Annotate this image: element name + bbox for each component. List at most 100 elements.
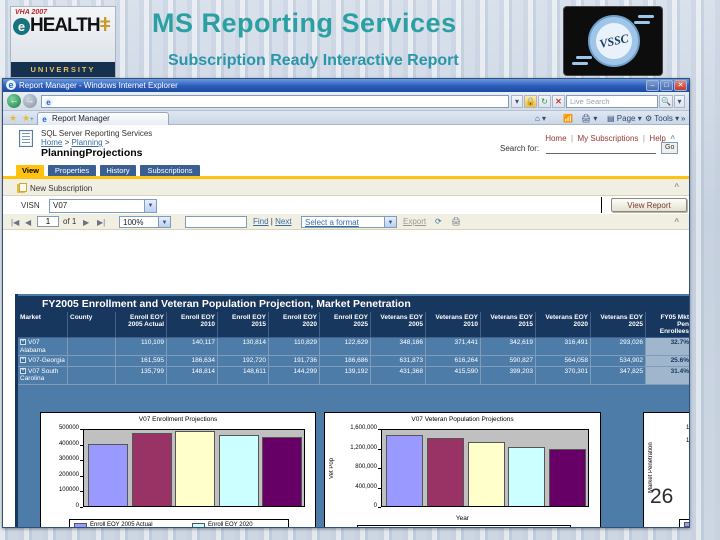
maximize-button[interactable]: □ <box>660 80 673 91</box>
browser-tab[interactable]: e Report Manager <box>37 112 169 125</box>
plot-area <box>381 429 589 507</box>
dropdown-arrow-icon[interactable]: ▼ <box>144 200 156 212</box>
tab-history[interactable]: History <box>99 164 137 176</box>
window-titlebar[interactable]: e Report Manager - Windows Internet Expl… <box>3 79 689 92</box>
y-tick-mark <box>80 491 83 493</box>
refresh-icon[interactable]: ↻ <box>538 95 551 108</box>
feeds-icon[interactable]: 📶 <box>563 113 573 124</box>
last-page-icon[interactable]: ▶| <box>97 218 105 227</box>
viewer-toolbar: |◀ ◀ 1 of 1 ▶ ▶| 100% ▼ Find | Next Selec… <box>3 214 689 230</box>
tab-view[interactable]: View <box>15 164 45 176</box>
market-cell[interactable]: + V07 Alabama <box>18 338 68 357</box>
bar <box>549 449 586 506</box>
stop-icon[interactable]: ✕ <box>552 95 565 108</box>
collapse-actions-icon[interactable]: ^ <box>674 182 679 191</box>
export-link[interactable]: Export <box>403 217 426 226</box>
print-report-icon[interactable]: 🖨 <box>451 217 461 226</box>
browser-window: e Report Manager - Windows Internet Expl… <box>2 78 690 528</box>
dropdown-arrow-icon[interactable]: ▼ <box>158 217 170 227</box>
favorites-star-icon[interactable]: ★ <box>9 113 17 124</box>
find-link[interactable]: Find <box>253 217 269 226</box>
search-dropdown-icon[interactable]: ▾ <box>674 95 685 108</box>
value-cell: 371,441 <box>426 338 481 357</box>
value-cell: 616,264 <box>426 356 481 367</box>
breadcrumb-home-link[interactable]: Home <box>41 138 62 147</box>
search-for-input[interactable] <box>546 144 656 154</box>
value-cell: 564,058 <box>536 356 591 367</box>
y-tick-mark <box>378 429 381 430</box>
expand-icon[interactable]: + <box>20 357 26 364</box>
address-dropdown-icon[interactable]: ▾ <box>511 95 523 108</box>
market-cell[interactable]: + V07-Georgia <box>18 356 68 367</box>
chevron-more-icon[interactable]: » <box>681 113 685 124</box>
forward-button[interactable]: → <box>23 94 37 108</box>
dropdown-arrow-icon[interactable]: ▼ <box>384 217 396 227</box>
report-table-header: Market County Enroll EOY 2005 Actual Enroll… <box>18 312 689 339</box>
vssc-text: VSSC <box>592 19 636 63</box>
my-subscriptions-link[interactable]: My Subscriptions <box>578 134 639 143</box>
print-icon[interactable]: 🖨 ▾ <box>581 113 597 124</box>
y-tick-label: 800,000 <box>355 464 377 470</box>
current-page-input[interactable]: 1 <box>37 216 59 227</box>
value-cell: 631,873 <box>371 356 426 367</box>
vssc-logo: VSSC <box>563 6 663 76</box>
address-bar[interactable]: e <box>41 95 509 108</box>
next-page-icon[interactable]: ▶ <box>83 218 89 227</box>
column-header: Veterans EOY 2015 <box>481 312 536 339</box>
column-header: Enroll EOY 2020 <box>269 312 320 339</box>
next-link[interactable]: Next <box>275 217 291 226</box>
export-format-dropdown[interactable]: Select a format ▼ <box>301 216 397 228</box>
university-label: UNIVERSITY <box>11 62 115 77</box>
prev-page-icon[interactable]: ◀ <box>25 218 31 227</box>
y-tick-mark <box>80 460 83 462</box>
home-link[interactable]: Home <box>545 134 566 143</box>
favicon-ie: e <box>44 98 53 107</box>
y-tick-mark <box>378 448 381 450</box>
add-favorite-icon[interactable]: ★+ <box>22 113 34 124</box>
collapse-toolbar-icon[interactable]: ^ <box>674 217 679 226</box>
legend-swatch <box>74 522 87 527</box>
value-cell: 148,814 <box>167 366 218 385</box>
column-header: Veterans EOY 2025 <box>591 312 646 339</box>
minimize-button[interactable]: – <box>646 80 659 91</box>
new-subscription-icon <box>19 183 27 192</box>
find-input[interactable] <box>185 216 247 228</box>
home-icon[interactable]: ⌂ ▾ <box>535 113 546 124</box>
value-cell: 186,686 <box>320 356 371 367</box>
go-button[interactable]: Go <box>661 142 679 154</box>
table-row: + V07 Alabama 110,109 140,117 130,814 110,829… <box>18 338 689 357</box>
view-report-button[interactable]: View Report <box>611 198 687 212</box>
county-cell <box>68 338 116 357</box>
tools-menu[interactable]: ⚙ Tools ▾ <box>645 113 679 124</box>
y-tick-label: 400,000 <box>355 483 377 490</box>
zoom-dropdown[interactable]: 100% ▼ <box>119 216 171 228</box>
y-tick-label: 100000 <box>58 487 79 494</box>
expand-icon[interactable]: + <box>20 367 26 374</box>
y-tick-label: 1,200,000 <box>350 444 377 451</box>
back-button[interactable]: ← <box>7 94 21 108</box>
page-menu[interactable]: ▤ Page ▾ <box>607 113 642 124</box>
market-cell[interactable]: + V07 South Carolina <box>18 366 68 385</box>
value-cell: 399,203 <box>481 366 536 385</box>
visn-dropdown[interactable]: V07 ▼ <box>49 199 157 213</box>
tab-favicon: e <box>40 115 49 124</box>
tab-properties[interactable]: Properties <box>47 164 97 176</box>
bar <box>386 435 423 506</box>
value-cell: 192,720 <box>218 356 269 367</box>
new-subscription-button[interactable]: New Subscription <box>19 182 92 193</box>
live-search-input[interactable]: Live Search <box>566 95 658 108</box>
vssc-ring: VSSC <box>588 15 640 67</box>
y-tick-mark <box>80 507 83 508</box>
breadcrumb-planning-link[interactable]: Planning <box>71 138 102 147</box>
tab-subscriptions[interactable]: Subscriptions <box>139 164 201 176</box>
divider <box>601 197 602 213</box>
expand-icon[interactable]: + <box>20 339 26 346</box>
report-table: + V07 Alabama 110,109 140,117 130,814 110,829… <box>18 338 689 385</box>
search-magnifier-icon[interactable]: 🔍 <box>659 95 673 108</box>
parameter-row: VISN V07 ▼ View Report <box>3 196 689 214</box>
first-page-icon[interactable]: |◀ <box>11 218 19 227</box>
close-button[interactable]: ✕ <box>674 80 687 91</box>
refresh-report-icon[interactable]: ⟳ <box>435 217 442 226</box>
y-tick-mark <box>378 468 381 469</box>
breadcrumb: Home > Planning > <box>41 138 110 147</box>
